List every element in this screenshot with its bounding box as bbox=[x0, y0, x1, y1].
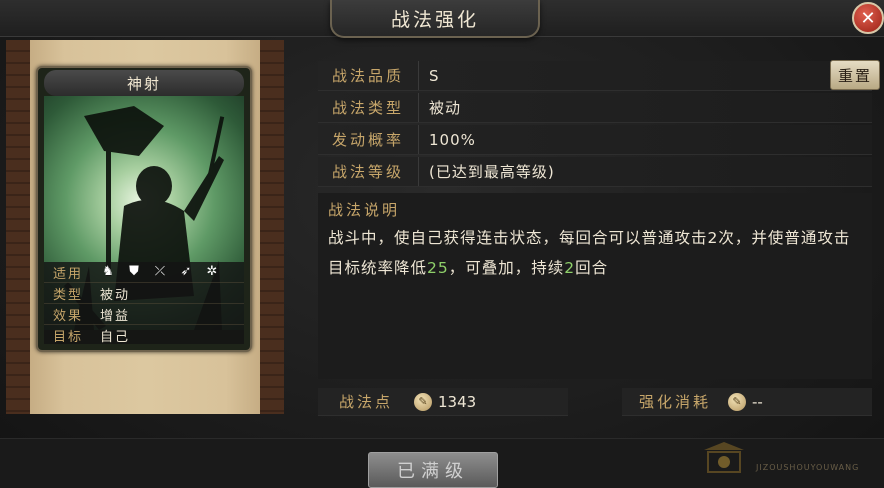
info-row-target: 目标 自己 bbox=[44, 325, 244, 345]
description-highlight: 2 bbox=[564, 259, 576, 277]
scroll-right-roller bbox=[260, 40, 284, 414]
window-title: 战法强化 bbox=[330, 0, 540, 38]
shield-icon: ⛊ bbox=[129, 264, 139, 279]
info-row-effect: 效果 增益 bbox=[44, 304, 244, 325]
skill-name: 神射 bbox=[44, 70, 244, 96]
info-value: 自己 bbox=[100, 329, 131, 345]
detail-key: 战法类型 bbox=[318, 93, 419, 122]
skill-points-label: 战法点 bbox=[338, 393, 393, 411]
info-row-applicable: 适用 ♞ ⛊ ⤫ ➶ ✲ bbox=[44, 262, 244, 283]
info-key: 效果 bbox=[52, 308, 83, 324]
detail-value: 被动 bbox=[429, 99, 462, 117]
wheel-icon: ✲ bbox=[206, 264, 218, 279]
upgrade-cost-label: 强化消耗 bbox=[638, 393, 711, 411]
watermark-text: JIZOUSHOUYOUWANG bbox=[756, 463, 860, 472]
detail-row-probability: 发动概率 100% bbox=[318, 125, 872, 155]
skill-points-value: 1343 bbox=[438, 392, 477, 411]
reset-button[interactable]: 重置 bbox=[830, 60, 880, 90]
troop-type-icons: ♞ ⛊ ⤫ ➶ ✲ bbox=[92, 264, 220, 280]
detail-value: (已达到最高等级) bbox=[429, 163, 555, 181]
close-button[interactable]: ✕ bbox=[852, 2, 884, 34]
feather-coin-icon: ✎ bbox=[414, 392, 432, 411]
description-panel: 战法说明 战斗中，使自己获得连击状态，每回合可以普通攻击2次，并使普通攻击目标统… bbox=[318, 193, 872, 379]
feather-coin-icon: ✎ bbox=[728, 392, 746, 411]
scroll-left-roller bbox=[6, 40, 30, 414]
detail-row-level: 战法等级 (已达到最高等级) bbox=[318, 157, 872, 187]
skill-points-box: 战法点 ✎ 1343 bbox=[318, 388, 568, 416]
detail-key: 战法等级 bbox=[318, 157, 419, 186]
watermark-logo bbox=[704, 442, 744, 473]
info-key: 目标 bbox=[52, 329, 83, 345]
detail-key: 发动概率 bbox=[318, 125, 419, 154]
spear-icon: ➶ bbox=[180, 264, 192, 279]
detail-key: 战法品质 bbox=[318, 61, 419, 90]
upgrade-cost-value: -- bbox=[752, 392, 763, 411]
detail-value: 100% bbox=[429, 130, 476, 149]
skill-card: 神射 适用 ♞ ⛊ ⤫ ➶ ✲ 类型 被动 效果 增益 目标 自己 bbox=[36, 66, 252, 352]
description-part: 回合 bbox=[575, 259, 609, 277]
description-part: ，可叠加，持续 bbox=[448, 259, 565, 277]
skill-info-table: 适用 ♞ ⛊ ⤫ ➶ ✲ 类型 被动 效果 增益 目标 自己 bbox=[44, 262, 244, 345]
detail-row-quality: 战法品质 S bbox=[318, 61, 872, 91]
max-level-button[interactable]: 已满级 bbox=[368, 452, 498, 488]
detail-row-type: 战法类型 被动 bbox=[318, 93, 872, 123]
description-highlight: 25 bbox=[427, 259, 449, 277]
detail-value: S bbox=[429, 66, 440, 85]
info-value: 增益 bbox=[100, 308, 131, 324]
description-title: 战法说明 bbox=[328, 201, 401, 219]
cavalry-icon: ♞ bbox=[102, 264, 114, 279]
info-key: 适用 bbox=[52, 266, 83, 282]
description-text: 战斗中，使自己获得连击状态，每回合可以普通攻击2次，并使普通攻击目标统率降低25… bbox=[328, 223, 858, 283]
bow-icon: ⤫ bbox=[154, 264, 166, 279]
upgrade-cost-box: 强化消耗 ✎ -- bbox=[622, 388, 872, 416]
info-key: 类型 bbox=[52, 287, 83, 303]
info-value: 被动 bbox=[100, 287, 131, 303]
info-row-type: 类型 被动 bbox=[44, 283, 244, 304]
